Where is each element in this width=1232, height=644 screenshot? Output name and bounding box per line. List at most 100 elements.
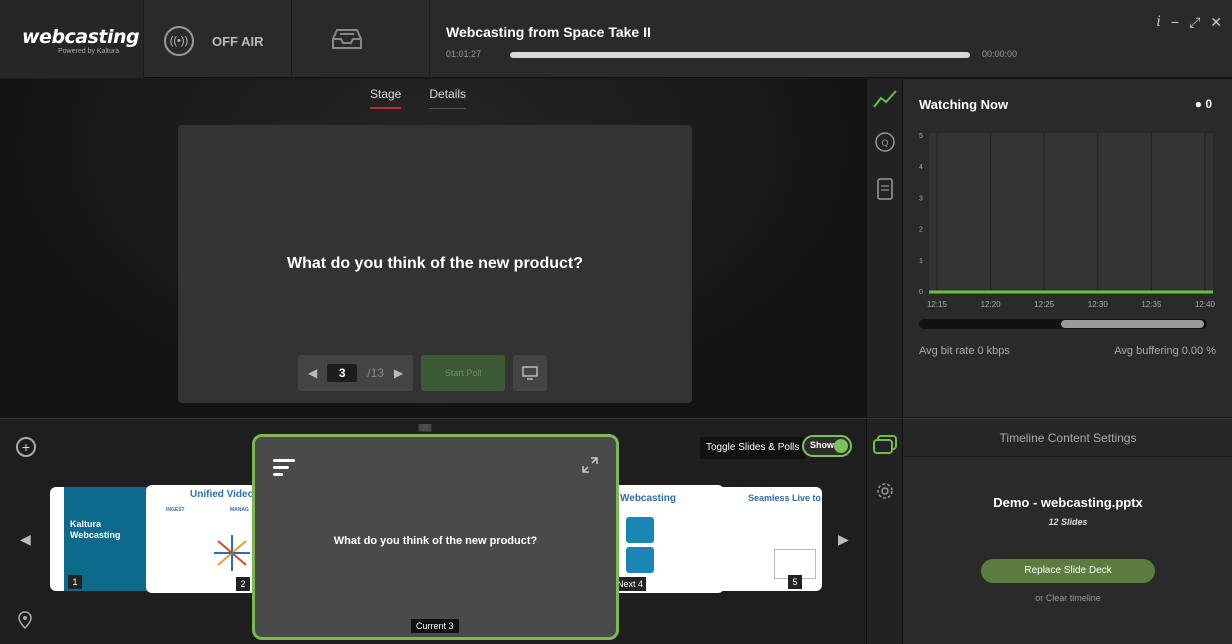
deck-slide-count: 12 Slides: [1048, 517, 1088, 527]
chart-plot-area: [929, 133, 1213, 293]
viewer-count-value: 0: [1205, 97, 1212, 111]
chart-y-tick: 5: [919, 133, 923, 140]
remaining-time: 00:00:00: [982, 49, 1018, 59]
tab-stage[interactable]: Stage: [370, 87, 402, 109]
current-slide-popup[interactable]: What do you think of the new product? Cu…: [252, 434, 619, 640]
thumb-2-title: Unified Video: [190, 489, 254, 500]
chart-y-tick: 0: [919, 289, 923, 296]
current-slide-label: Current 3: [411, 619, 459, 633]
stage-area: Stage Details What do you think of the n…: [0, 79, 866, 417]
document-icon: [877, 178, 893, 200]
thumb-5-title: Seamless Live to: [748, 493, 822, 503]
chart-y-tick: 2: [919, 227, 923, 234]
chart-x-tick: 12:25: [1034, 300, 1055, 309]
current-slide-question: What do you think of the new product?: [333, 535, 538, 547]
slides-icon[interactable]: [873, 435, 897, 455]
watching-now-panel: Watching Now ● 0 12:15 12:20 12:25 12:30 12:…: [902, 79, 1232, 417]
maximize-icon[interactable]: ⤢: [1189, 14, 1200, 31]
monitor-icon: [522, 366, 538, 380]
info-icon[interactable]: i: [1156, 14, 1160, 31]
thumb-5-number: 5: [788, 575, 802, 589]
strip-prev-icon[interactable]: ◀: [20, 531, 31, 548]
chart-x-tick: 12:30: [1088, 300, 1109, 309]
settings-header: Timeline Content Settings: [903, 419, 1232, 457]
viewers-chart: 12:15 12:20 12:25 12:30 12:35 12:40 0 1 2 3 4 5: [919, 133, 1216, 309]
page-total: /13: [367, 366, 384, 380]
thumb-1-number: 1: [68, 575, 82, 589]
slide-thumb-4[interactable]: Webcasting Next 4: [610, 485, 724, 593]
chat-bubble-icon: Q: [875, 132, 895, 152]
slide-thumb-5[interactable]: Seamless Live to 5: [718, 487, 822, 591]
deck-name: Demo - webcasting.pptx: [993, 495, 1143, 510]
tab-details[interactable]: Details: [429, 87, 467, 109]
thumb-2-number: 2: [236, 577, 250, 591]
logo-cell: webcasting Powered by Kaltura: [0, 0, 144, 78]
thumb-2-col2: MANAG: [230, 507, 249, 513]
strip-next-icon[interactable]: ▶: [838, 531, 849, 548]
slide-controls: ◀ 3 /13 ▶ Start Poll: [298, 355, 548, 391]
slide-pager: ◀ 3 /13 ▶: [298, 355, 414, 391]
thumb-1-title: Kaltura Webcasting: [70, 519, 121, 540]
thumb-2-col1: INGEST: [166, 507, 185, 513]
notes-button[interactable]: [873, 177, 897, 201]
plus-icon: +: [21, 439, 31, 455]
analytics-button[interactable]: [873, 87, 897, 111]
chart-x-tick: 12:15: [927, 300, 948, 309]
location-pin-icon[interactable]: [18, 611, 32, 629]
toggle-state: Show: [810, 440, 834, 450]
start-poll-button[interactable]: Start Poll: [421, 355, 506, 391]
event-title: Webcasting from Space Take II: [446, 24, 651, 40]
avg-buffering: Avg buffering 0.00 %: [1114, 345, 1216, 357]
broadcast-icon: ((•)): [164, 26, 194, 56]
broadcast-status-label: OFF AIR: [212, 34, 264, 49]
user-icon: ●: [1194, 97, 1202, 111]
chart-x-tick: 12:40: [1195, 300, 1216, 309]
event-progress-bar: [510, 52, 970, 58]
qna-button[interactable]: Q: [873, 131, 897, 155]
line-chart-icon: [873, 90, 897, 108]
chart-y-tick: 1: [919, 258, 923, 265]
slide-thumb-2[interactable]: Unified Video INGEST MANAG 2: [146, 485, 256, 593]
broadcast-status[interactable]: ((•)) OFF AIR: [144, 0, 292, 78]
next-slide-icon[interactable]: ▶: [394, 366, 403, 380]
thumb-2-burst-graphic: [214, 535, 250, 571]
inbox-tray-icon: [332, 29, 362, 49]
chart-scrollbar[interactable]: [919, 319, 1207, 329]
page-input[interactable]: 3: [327, 364, 358, 382]
thumb-4-title: Webcasting: [620, 493, 676, 504]
toggle-knob: [834, 439, 848, 453]
inbox-cell[interactable]: [292, 0, 430, 78]
prev-slide-icon[interactable]: ◀: [308, 366, 317, 380]
timeline-sidebar: [866, 418, 902, 644]
analytics-sidebar: Q: [866, 79, 902, 417]
timeline-settings-panel: Timeline Content Settings Demo - webcast…: [902, 418, 1232, 644]
replace-slide-deck-button[interactable]: Replace Slide Deck: [981, 559, 1155, 583]
minimize-icon[interactable]: −: [1171, 14, 1179, 31]
svg-text:Q: Q: [881, 139, 888, 149]
top-bar: webcasting Powered by Kaltura ((•)) OFF …: [0, 0, 1232, 78]
viewer-count: ● 0: [1195, 97, 1212, 111]
settings-gear-icon[interactable]: [875, 481, 895, 501]
chart-x-tick: 12:35: [1141, 300, 1162, 309]
chart-y-tick: 4: [919, 164, 923, 171]
chart-scroll-thumb[interactable]: [1061, 320, 1204, 328]
stage-tabs: Stage Details: [370, 87, 467, 109]
slide-thumb-1[interactable]: Kaltura Webcasting 1: [50, 487, 154, 591]
logo-subtitle: Powered by Kaltura: [58, 48, 120, 55]
close-icon[interactable]: ✕: [1210, 14, 1222, 31]
present-screen-button[interactable]: [513, 355, 548, 391]
stage-slide: What do you think of the new product? ◀ …: [178, 125, 692, 403]
add-slide-button[interactable]: +: [16, 437, 36, 457]
toggle-slides-polls-switch[interactable]: Show: [802, 435, 852, 457]
logo: webcasting: [22, 26, 140, 48]
chart-x-tick: 12:20: [981, 300, 1002, 309]
watching-now-title: Watching Now: [919, 97, 1009, 112]
menu-lines-icon[interactable]: [273, 457, 297, 477]
toggle-slides-polls-label: Toggle Slides & Polls: [700, 437, 806, 459]
poll-question: What do you think of the new product?: [287, 255, 583, 272]
resize-grip[interactable]: ||||||||||||: [418, 423, 432, 432]
event-info: Webcasting from Space Take II 01:01:27 0…: [430, 0, 1150, 78]
clear-timeline-link[interactable]: or Clear timeline: [903, 593, 1232, 603]
expand-icon[interactable]: [582, 457, 598, 473]
chart-y-tick: 3: [919, 195, 923, 202]
